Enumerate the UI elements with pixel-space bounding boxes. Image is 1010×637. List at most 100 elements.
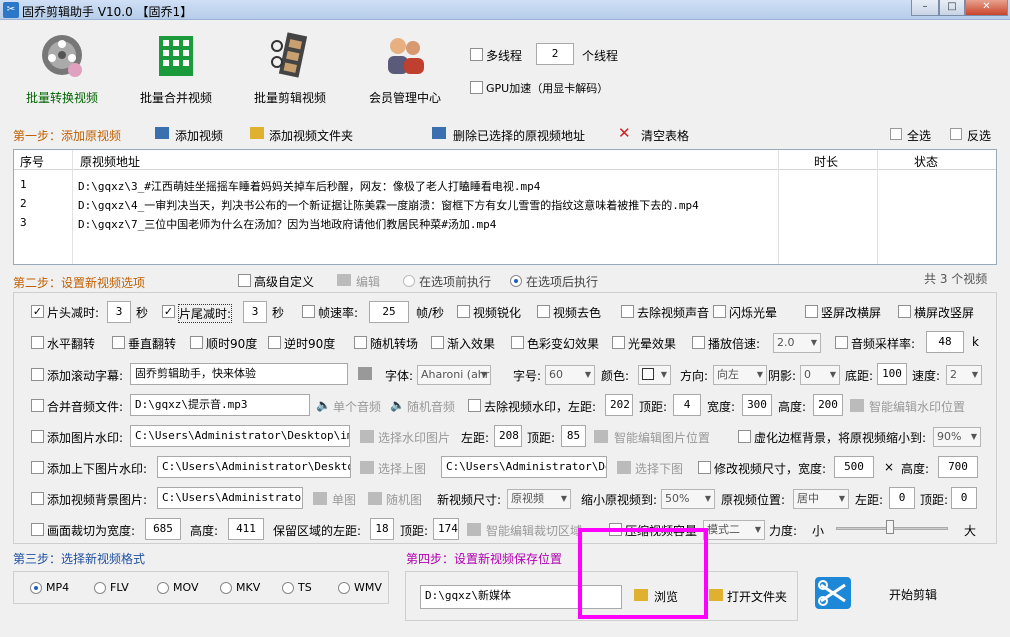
resize-checkbox[interactable] xyxy=(698,461,711,474)
crop-left-input[interactable]: 18 xyxy=(370,518,394,540)
invert-selection-button[interactable]: 反选 xyxy=(967,127,991,144)
start-edit-button[interactable]: 开始剪辑 xyxy=(889,586,937,603)
fps-checkbox[interactable] xyxy=(302,305,315,318)
table-row[interactable]: 1 D:\gqxz\3_#江西萌娃坐摇摇车睡着妈妈关掉车后秒醒，网友：像极了老人… xyxy=(14,175,996,194)
head-cut-checkbox[interactable]: ✓ xyxy=(31,305,44,318)
wm-top-input[interactable]: 4 xyxy=(673,394,701,416)
img-left-input[interactable]: 208 xyxy=(494,425,522,447)
image-path-input[interactable]: C:\Users\Administrator\Desktop\img-q xyxy=(130,425,350,447)
v2h-checkbox[interactable] xyxy=(805,305,818,318)
crop-width-input[interactable]: 685 xyxy=(145,518,181,540)
sample-rate-checkbox[interactable] xyxy=(835,336,848,349)
save-path-input[interactable]: D:\gqxz\新媒体 xyxy=(420,585,622,609)
smart-image-button[interactable]: 智能编辑图片位置 xyxy=(614,429,710,446)
scroll-speed-select[interactable]: 2 xyxy=(946,365,982,385)
strength-slider-thumb[interactable] xyxy=(886,520,894,534)
random-audio-button[interactable]: 随机音频 xyxy=(407,398,455,415)
merge-audio-checkbox[interactable] xyxy=(31,399,44,412)
random-transition-checkbox[interactable] xyxy=(354,336,367,349)
format-wmv-radio[interactable] xyxy=(338,582,350,594)
scroll-subtitle-input[interactable]: 固乔剪辑助手，快来体验 xyxy=(130,363,348,385)
crop-top-input[interactable]: 174 xyxy=(433,518,459,540)
format-mov-radio[interactable] xyxy=(157,582,169,594)
new-size-select[interactable]: 原视频 xyxy=(507,489,571,509)
h2v-checkbox[interactable] xyxy=(898,305,911,318)
bg-top-input[interactable]: 0 xyxy=(951,487,977,509)
decolor-checkbox[interactable] xyxy=(537,305,550,318)
speed-select[interactable]: 2.0 xyxy=(773,333,821,353)
vflip-checkbox[interactable] xyxy=(112,336,125,349)
tail-cut-checkbox[interactable]: ✓ xyxy=(162,305,175,318)
color-fx-checkbox[interactable] xyxy=(511,336,524,349)
sharpen-checkbox[interactable] xyxy=(457,305,470,318)
cw90-checkbox[interactable] xyxy=(190,336,203,349)
before-option-radio[interactable] xyxy=(403,275,415,287)
advanced-checkbox[interactable] xyxy=(238,274,251,287)
select-all-button[interactable]: 全选 xyxy=(907,127,931,144)
choose-down-image-button[interactable]: 选择下图 xyxy=(635,460,683,477)
speed-checkbox[interactable] xyxy=(692,336,705,349)
smart-watermark-button[interactable]: 智能编辑水印位置 xyxy=(869,398,965,415)
table-row[interactable]: 2 D:\gqxz\4_一审判决当天，判决书公布的一个新证据让陈美霖一度崩溃：窗… xyxy=(14,194,996,213)
sample-rate-input[interactable]: 48 xyxy=(926,331,964,353)
random-image-button[interactable]: 随机图 xyxy=(386,491,422,508)
color-select[interactable] xyxy=(638,365,671,385)
fade-in-checkbox[interactable] xyxy=(431,336,444,349)
single-audio-button[interactable]: 单个音频 xyxy=(333,398,381,415)
wm-left-input[interactable]: 202 xyxy=(605,394,633,416)
img-top-input[interactable]: 85 xyxy=(561,425,586,447)
flash-checkbox[interactable] xyxy=(713,305,726,318)
format-mkv-radio[interactable] xyxy=(220,582,232,594)
hflip-checkbox[interactable] xyxy=(31,336,44,349)
ccw90-checkbox[interactable] xyxy=(268,336,281,349)
size-select[interactable]: 60 xyxy=(545,365,595,385)
wm-width-input[interactable]: 300 xyxy=(742,394,772,416)
direction-select[interactable]: 向左 xyxy=(713,365,767,385)
resize-width-input[interactable]: 500 xyxy=(834,456,874,478)
format-ts-radio[interactable] xyxy=(282,582,294,594)
gpu-checkbox[interactable] xyxy=(470,81,483,94)
audio-path-input[interactable]: D:\gqxz\提示音.mp3 xyxy=(130,394,310,416)
thread-count-input[interactable]: 2 xyxy=(536,43,574,65)
up-image-path-input[interactable]: C:\Users\Administrator\Desktop\i xyxy=(157,456,351,478)
format-flv-radio[interactable] xyxy=(94,582,106,594)
bottom-input[interactable]: 100 xyxy=(877,363,907,385)
shrink-select[interactable]: 50% xyxy=(661,489,715,509)
head-cut-input[interactable]: 3 xyxy=(107,301,131,323)
single-image-button[interactable]: 单图 xyxy=(332,491,356,508)
add-video-button[interactable]: 添加视频 xyxy=(175,127,223,144)
close-button[interactable]: ✕ xyxy=(965,0,1008,16)
remove-audio-checkbox[interactable] xyxy=(621,305,634,318)
delete-selected-button[interactable]: 删除已选择的原视频地址 xyxy=(453,127,585,144)
scroll-subtitle-checkbox[interactable] xyxy=(31,368,44,381)
bg-image-path-input[interactable]: C:\Users\Administrator\D xyxy=(157,487,303,509)
smart-crop-button[interactable]: 智能编辑裁切区域 xyxy=(486,522,582,539)
crop-checkbox[interactable] xyxy=(31,523,44,536)
compress-mode-select[interactable]: 模式二 xyxy=(703,520,765,540)
position-select[interactable]: 居中 xyxy=(793,489,849,509)
font-select[interactable]: Aharoni (ahr xyxy=(417,365,491,385)
video-table[interactable]: 序号 原视频地址 时长 状态 1 D:\gqxz\3_#江西萌娃坐摇摇车睡着妈妈… xyxy=(13,149,997,265)
blur-bg-checkbox[interactable] xyxy=(738,430,751,443)
image-watermark-checkbox[interactable] xyxy=(31,430,44,443)
bg-left-input[interactable]: 0 xyxy=(889,487,915,509)
maximize-button[interactable]: □ xyxy=(939,0,965,16)
minimize-button[interactable]: – xyxy=(911,0,939,16)
format-mp4-radio[interactable] xyxy=(30,582,42,594)
choose-up-image-button[interactable]: 选择上图 xyxy=(378,460,426,477)
fps-input[interactable]: 25 xyxy=(369,301,409,323)
browse-button[interactable]: 浏览 xyxy=(654,588,678,605)
open-folder-button[interactable]: 打开文件夹 xyxy=(727,588,787,605)
wm-height-input[interactable]: 200 xyxy=(813,394,843,416)
member-center-button[interactable]: 会员管理中心 xyxy=(363,30,447,106)
edit-button[interactable]: 编辑 xyxy=(356,273,380,290)
multithread-checkbox[interactable] xyxy=(470,48,483,61)
batch-convert-button[interactable]: 批量转换视频 xyxy=(20,30,104,106)
resize-height-input[interactable]: 700 xyxy=(938,456,978,478)
batch-merge-button[interactable]: 批量合并视频 xyxy=(134,30,218,106)
clear-table-button[interactable]: 清空表格 xyxy=(641,127,689,144)
choose-watermark-image-button[interactable]: 选择水印图片 xyxy=(378,429,450,446)
batch-edit-button[interactable]: 批量剪辑视频 xyxy=(248,30,332,106)
tail-cut-input[interactable]: 3 xyxy=(243,301,267,323)
down-image-path-input[interactable]: C:\Users\Administrator\Desk xyxy=(441,456,607,478)
